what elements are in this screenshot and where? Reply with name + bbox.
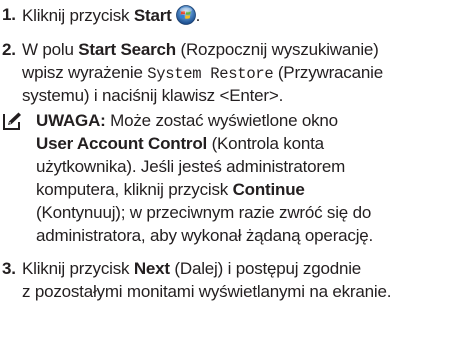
step-2-line-2-pre: wpisz wyrażenie	[22, 63, 148, 82]
step-2-line-1: W polu Start Search (Rozpocznij wyszukiw…	[22, 40, 379, 60]
user-account-control-label: User Account Control	[36, 134, 208, 153]
windows-start-orb-icon	[175, 5, 196, 25]
note-line-2: User Account Control (Kontrola konta	[36, 134, 324, 154]
step-2-line-1-post: (Rozpocznij wyszukiwanie)	[176, 40, 379, 59]
step-3-line-1: Kliknij przycisk Next (Dalej) i postępuj…	[22, 259, 361, 279]
note-line-2-post: (Kontrola konta	[207, 134, 325, 153]
note-label: UWAGA:	[36, 111, 106, 130]
continue-label: Continue	[232, 180, 305, 199]
step-3-number: 3.	[2, 259, 16, 278]
step-1-number: 1.	[2, 5, 16, 24]
step-3-line-1-post: (Dalej) i postępuj zgodnie	[169, 259, 362, 278]
step-1-period: .	[195, 6, 201, 25]
note-line-4: komputera, kliknij przycisk Continue	[36, 180, 305, 200]
step-1-text: Kliknij przycisk Start .	[22, 5, 200, 26]
step-2-line-1-pre: W polu	[22, 40, 79, 59]
note-line-6: administratora, aby wykonał żądaną opera…	[36, 226, 374, 245]
instruction-page: 1. Kliknij przycisk Start . 2. W polu St…	[0, 0, 452, 346]
step-3-line-1-pre: Kliknij przycisk	[22, 259, 134, 278]
step-2-line-3: systemu) i naciśnij klawisz <Enter>.	[22, 86, 284, 105]
step-2-line-2: wpisz wyrażenie System Restore (Przywrac…	[22, 63, 383, 84]
step-2-number: 2.	[2, 40, 16, 59]
system-restore-command: System Restore	[147, 65, 274, 83]
step-1-text-before: Kliknij przycisk	[22, 6, 134, 25]
note-line-1: UWAGA: Może zostać wyświetlone okno	[36, 111, 338, 131]
note-line-3: użytkownika). Jeśli jesteś administrator…	[36, 157, 346, 176]
step-2-line-2-post: (Przywracanie	[273, 63, 383, 82]
step-3-line-2: z pozostałymi monitami wyświetlanymi na …	[22, 282, 392, 301]
note-line-5: (Kontynuuj); w przeciwnym razie zwróć si…	[36, 203, 372, 222]
next-label: Next	[133, 259, 170, 278]
pencil-note-icon	[2, 111, 22, 131]
note-line-1-post: Może zostać wyświetlone okno	[105, 111, 338, 130]
note-line-4-pre: komputera, kliknij przycisk	[36, 180, 233, 199]
start-search-label: Start Search	[78, 40, 176, 59]
start-label: Start	[133, 6, 172, 25]
